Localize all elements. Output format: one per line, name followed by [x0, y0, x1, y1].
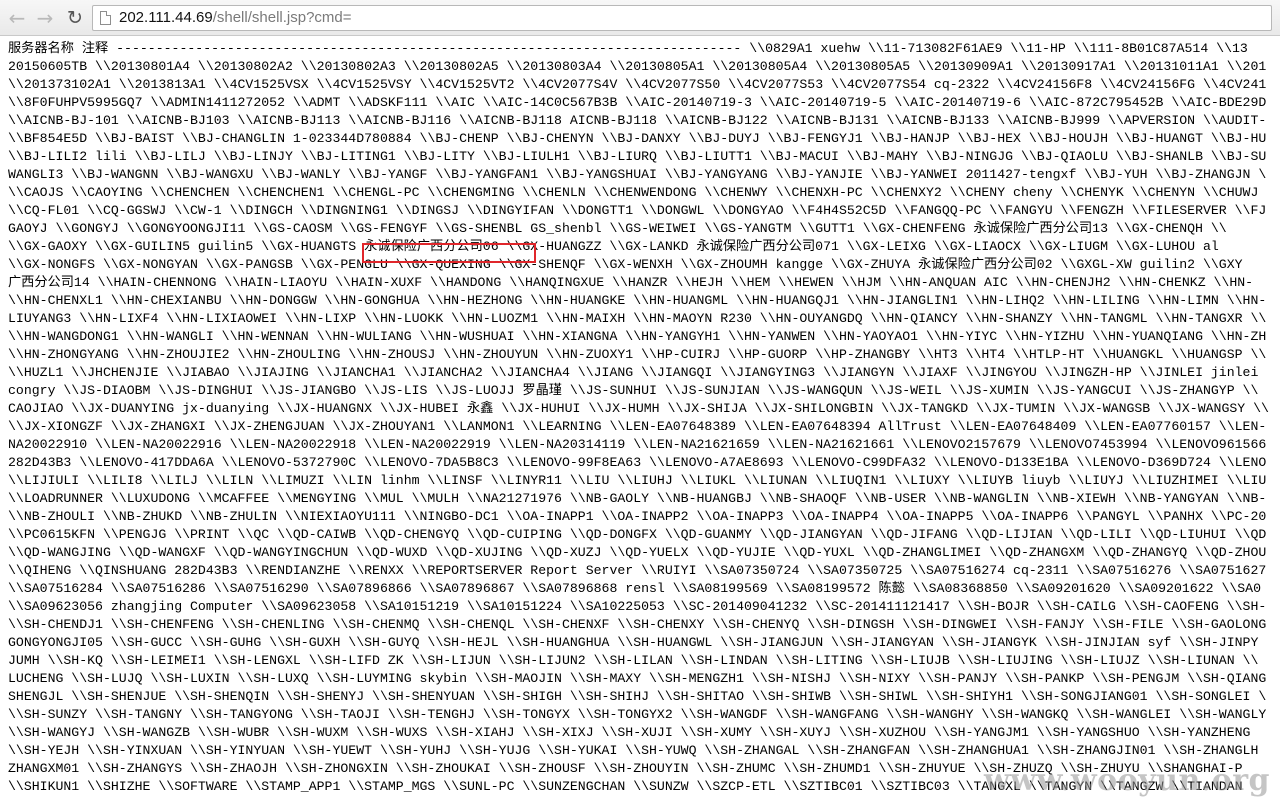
output-line: \\SA09623056 zhangjing Computer \\SA0962… [8, 599, 1267, 614]
output-line: WANGLI3 \\BJ-WANGNN \\BJ-WANGXU \\BJ-WAN… [8, 167, 1267, 182]
output-line: \\GX-GAOXY \\GX-GUILIN5 guilin5 \\GX-HUA… [8, 239, 1219, 254]
output-line: \\SH-WANGYJ \\SH-WANGZB \\SH-WUBR \\SH-W… [8, 725, 1251, 740]
url-host: 202.111.44.69 [119, 9, 213, 26]
output-line: \\QD-WANGJING \\QD-WANGXF \\QD-WANGYINGC… [8, 545, 1267, 560]
output-line: \\BF854E5D \\BJ-BAIST \\BJ-CHANGLIN 1-02… [8, 131, 1267, 146]
watermark: www.wooyun.org [983, 763, 1270, 798]
output-line: \\AICNB-BJ-101 \\AICNB-BJ103 \\AICNB-BJ1… [8, 113, 1267, 128]
output-line: \\JX-XIONGZF \\JX-ZHANGXI \\JX-ZHENGJUAN… [8, 419, 1267, 434]
output-line: \\BJ-LILI2 lili \\BJ-LILJ \\BJ-LINJY \\B… [8, 149, 1267, 164]
output-line: LUCHENG \\SH-LUJQ \\SH-LUXIN \\SH-LUXQ \… [8, 671, 1267, 686]
output-line: JUMH \\SH-KQ \\SH-LEIMEI1 \\SH-LENGXL \\… [8, 653, 1259, 668]
output-line: LIUYANG3 \\HN-LIXF4 \\HN-LIXIAOWEI \\HN-… [8, 311, 1267, 326]
output-line: \\HN-ZHONGYANG \\HN-ZHOUJIE2 \\HN-ZHOULI… [8, 347, 1267, 362]
command-output: 服务器名称 注释 -------------------------------… [8, 40, 1280, 806]
output-line: GAOYJ \\GONGYJ \\GONGYOONGJI11 \\GS-CAOS… [8, 221, 1227, 236]
reload-icon[interactable]: ↻ [62, 6, 88, 30]
output-line: \\QIHENG \\QINSHUANG 282D43B3 \\RENDIANZ… [8, 563, 1267, 578]
output-line: SHENGJL \\SH-SHENJUE \\SH-SHENQIN \\SH-S… [8, 689, 1267, 704]
output-line: \\SH-YEJH \\SH-YINXUAN \\SH-YINYUAN \\SH… [8, 743, 1259, 758]
browser-toolbar: ← → ↻ 202.111.44.69/shell/shell.jsp?cmd= [0, 0, 1280, 36]
output-line: 广西分公司14 \\HAIN-CHENNONG \\HAIN-LIAOYU \\… [8, 275, 1254, 290]
output-line: \\HN-CHENXL1 \\HN-CHEXIANBU \\HN-DONGGW … [8, 293, 1267, 308]
url-text[interactable]: 202.111.44.69/shell/shell.jsp?cmd= [119, 9, 352, 27]
output-line: \\LOADRUNNER \\LUXUDONG \\MCAFFEE \\MENG… [8, 491, 1267, 506]
output-line: \\CQ-FL01 \\CQ-GGSWJ \\CW-1 \\DINGCH \\D… [8, 203, 1267, 218]
output-line: 282D43B3 \\LENOVO-417DDA6A \\LENOVO-5372… [8, 455, 1267, 470]
output-line: CAOJIAO \\JX-DUANYING jx-duanying \\JX-H… [8, 401, 1269, 416]
output-line: \\201373102A1 \\2013813A1 \\4CV1525VSX \… [8, 77, 1267, 92]
output-line: 20150605TB \\20130801A4 \\20130802A2 \\2… [8, 59, 1267, 74]
output-line: \\SH-SUNZY \\SH-TANGNY \\SH-TANGYONG \\S… [8, 707, 1267, 722]
output-line: congry \\JS-DIAOBM \\JS-DINGHUI \\JS-JIA… [8, 383, 1259, 398]
output-line: \\SH-CHENDJ1 \\SH-CHENFENG \\SH-CHENLING… [8, 617, 1267, 632]
output-line: \\HN-WANGDONG1 \\HN-WANGLI \\HN-WENNAN \… [8, 329, 1267, 344]
output-line: \\GX-NONGFS \\GX-NONGYAN \\GX-PANGSB \\G… [8, 257, 1243, 272]
address-bar[interactable]: 202.111.44.69/shell/shell.jsp?cmd= [92, 5, 1272, 31]
page-icon [100, 11, 111, 25]
output-line: NA20022910 \\LEN-NA20022916 \\LEN-NA2002… [8, 437, 1267, 452]
forward-arrow-icon[interactable]: → [32, 6, 58, 30]
output-line: \\PC0615KFN \\PENGJG \\PRINT \\QC \\QD-C… [8, 527, 1267, 542]
output-line: \\SA07516284 \\SA07516286 \\SA07516290 \… [8, 581, 1262, 596]
output-line: \\LIJIULI \\LILI8 \\LILJ \\LILN \\LIMUZI… [8, 473, 1267, 488]
output-line: \\CAOJS \\CAOYING \\CHENCHEN \\CHENCHEN1… [8, 185, 1259, 200]
back-arrow-icon[interactable]: ← [4, 6, 30, 30]
url-path: /shell/shell.jsp?cmd= [212, 9, 352, 26]
output-line: 服务器名称 注释 -------------------------------… [8, 41, 1248, 56]
output-line: \\NB-ZHOULI \\NB-ZHUKD \\NB-ZHULIN \\NIE… [8, 509, 1267, 524]
output-line: \\8F0FUHPV5995GQ7 \\ADMIN1411272052 \\AD… [8, 95, 1267, 110]
output-line: GONGYONGJI05 \\SH-GUCC \\SH-GUHG \\SH-GU… [8, 635, 1259, 650]
output-line: \\HUZL1 \\JHCHENJIE \\JIABAO \\JIAJING \… [8, 365, 1259, 380]
